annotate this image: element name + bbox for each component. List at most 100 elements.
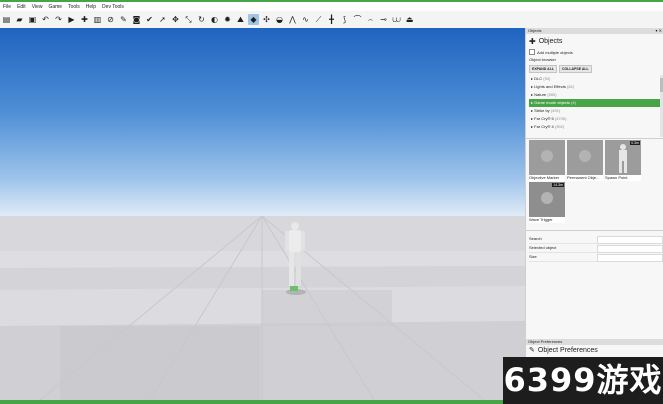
tree-buttons: EXPAND ALL COLLAPSE ALL xyxy=(529,65,594,73)
tree-item[interactable]: ▸ Lights and Effects (82) xyxy=(529,83,660,91)
3d-viewport[interactable] xyxy=(0,28,525,400)
move-icon[interactable]: ✥ xyxy=(170,14,181,25)
wrench-icon[interactable]: ✎ xyxy=(118,14,129,25)
size-field[interactable] xyxy=(597,254,663,262)
add-multiple-label: Add multiple objects xyxy=(537,49,573,55)
spawn-icon[interactable]: ◆ xyxy=(248,14,259,25)
tree-item-count: (92) xyxy=(543,76,551,81)
line-icon[interactable]: ⟋ xyxy=(313,14,324,25)
tree-item-label: Lights and Effects xyxy=(534,84,566,89)
checker-floor xyxy=(0,215,525,400)
vehicle-icon[interactable]: ◒ xyxy=(274,14,285,25)
undo-icon[interactable]: ↶ xyxy=(40,14,51,25)
objects-heading: ✚ Objects xyxy=(529,36,562,47)
tree-item-label: Far Cry® 4 xyxy=(534,124,554,129)
watermark-logo: 6399游戏 xyxy=(503,357,663,404)
tree-item-label: Strike by xyxy=(534,108,550,113)
panel-pin-close-icon[interactable]: ▾ ✕ xyxy=(656,28,662,34)
thumbnail-image: 0.3m xyxy=(605,140,641,175)
property-label: Selected object xyxy=(529,245,557,250)
menu-tools[interactable]: Tools xyxy=(65,4,83,10)
thumbnail-objective-marker[interactable]: Objective Marker xyxy=(529,140,565,181)
snap-icon[interactable]: ◐ xyxy=(209,14,220,25)
paint-icon[interactable]: ✹ xyxy=(222,14,233,25)
tree-item[interactable]: ▸ Strike by (491) xyxy=(529,107,660,115)
thumbnail-image xyxy=(567,140,603,175)
tree-item-count: (392) xyxy=(554,124,565,129)
search-field[interactable] xyxy=(597,236,663,244)
objects-panel-title: Objects xyxy=(528,28,542,33)
character-model[interactable] xyxy=(278,216,310,296)
open-folder-icon[interactable]: ▰ xyxy=(14,14,25,25)
menu-bar: File Edit View Game Tools Help Dev Tools xyxy=(0,2,663,11)
wrench-icon: ✎ xyxy=(529,347,535,354)
selected-object-field[interactable] xyxy=(597,245,663,253)
tree-item-label: DLC xyxy=(534,76,543,81)
trend-icon[interactable]: ⌒ xyxy=(352,14,363,25)
expand-all-button[interactable]: EXPAND ALL xyxy=(529,65,557,73)
new-file-icon[interactable]: ▤ xyxy=(1,14,12,25)
camera-icon[interactable]: ◙ xyxy=(131,14,142,25)
property-label: Size xyxy=(529,254,537,259)
boat-icon[interactable]: ⩊ xyxy=(391,14,402,25)
property-search: Search xyxy=(529,235,663,244)
add-object-icon[interactable]: ✚ xyxy=(79,14,90,25)
size-badge: 0.3m xyxy=(630,141,640,145)
no-entry-icon[interactable]: ⊘ xyxy=(105,14,116,25)
road-icon[interactable]: ⋀ xyxy=(287,14,298,25)
add-multiple-row[interactable]: Add multiple objects xyxy=(529,49,573,55)
platform-icon[interactable]: ⏏ xyxy=(404,14,415,25)
tree-item[interactable]: ▸ Far Cry® 4 (392) xyxy=(529,123,660,131)
thumbnail-permanent-object[interactable]: Permanent Obje... xyxy=(567,140,603,181)
property-size: Size xyxy=(529,253,663,262)
menu-dev-tools[interactable]: Dev Tools xyxy=(99,4,127,10)
tree-item[interactable]: ▸ Game mode objects (4) xyxy=(529,99,660,107)
tree-item-count: (4) xyxy=(571,100,576,105)
add-object-icon: ✚ xyxy=(529,37,536,46)
menu-help[interactable]: Help xyxy=(83,4,99,10)
thumbnail-spawn-point[interactable]: 0.3m Spawn Point xyxy=(605,140,641,181)
spline-icon[interactable]: ⊸ xyxy=(378,14,389,25)
preferences-heading-label: Object Preferences xyxy=(537,346,598,354)
preferences-panel-titlebar: Object Preferences xyxy=(526,339,663,345)
sky xyxy=(0,28,525,216)
link-icon[interactable]: ✣ xyxy=(261,14,272,25)
play-icon[interactable]: ▶ xyxy=(66,14,77,25)
scale-icon[interactable]: ⤡ xyxy=(183,14,194,25)
add-multiple-checkbox[interactable] xyxy=(529,49,535,55)
select-icon[interactable]: ➚ xyxy=(157,14,168,25)
tree-item-label: Game mode objects xyxy=(534,100,570,105)
save-icon[interactable]: ▣ xyxy=(27,14,38,25)
tree-item[interactable]: ▸ Far Cry® 5 (4700) xyxy=(529,115,660,123)
path-icon[interactable]: ⟆ xyxy=(339,14,350,25)
collapse-all-button[interactable]: COLLAPSE ALL xyxy=(558,65,592,73)
thumbnail-caption: Spawn Point xyxy=(605,175,641,181)
object-browser-label: Object browser xyxy=(529,57,556,62)
thumbnail-caption: Objective Marker xyxy=(529,175,565,181)
tree-item-count: (4700) xyxy=(554,116,567,121)
rotate-icon[interactable]: ↻ xyxy=(196,14,207,25)
clipboard-icon[interactable]: ▥ xyxy=(92,14,103,25)
cross-icon[interactable]: ╋ xyxy=(326,14,337,25)
ground-plane xyxy=(0,215,525,400)
tree-item[interactable]: ▸ Nature (500) xyxy=(529,91,660,99)
menu-edit[interactable]: Edit xyxy=(14,4,29,10)
divider xyxy=(526,230,663,231)
objects-panel-titlebar: Objects ▾ ✕ xyxy=(526,28,663,34)
wave-icon[interactable]: ∿ xyxy=(300,14,311,25)
checkmark-icon[interactable]: ✔ xyxy=(144,14,155,25)
menu-file[interactable]: File xyxy=(0,4,14,10)
tree-item[interactable]: ▸ DLC (92) xyxy=(529,75,660,83)
preferences-panel-title: Object Preferences xyxy=(528,339,563,344)
redo-icon[interactable]: ↷ xyxy=(53,14,64,25)
divider xyxy=(526,138,663,139)
menu-game[interactable]: Game xyxy=(45,4,65,10)
preferences-heading: ✎ Object Preferences xyxy=(529,346,598,355)
thumbnail-wave-trigger[interactable]: 14.3m Wave Trigger xyxy=(529,182,565,223)
thumbnail-caption: Permanent Obje... xyxy=(567,175,603,181)
arch-icon[interactable]: ⌢ xyxy=(365,14,376,25)
menu-view[interactable]: View xyxy=(29,4,46,10)
property-label: Search xyxy=(529,236,542,241)
terrain-icon[interactable]: ⛰ xyxy=(235,14,246,25)
objects-heading-label: Objects xyxy=(538,38,563,45)
